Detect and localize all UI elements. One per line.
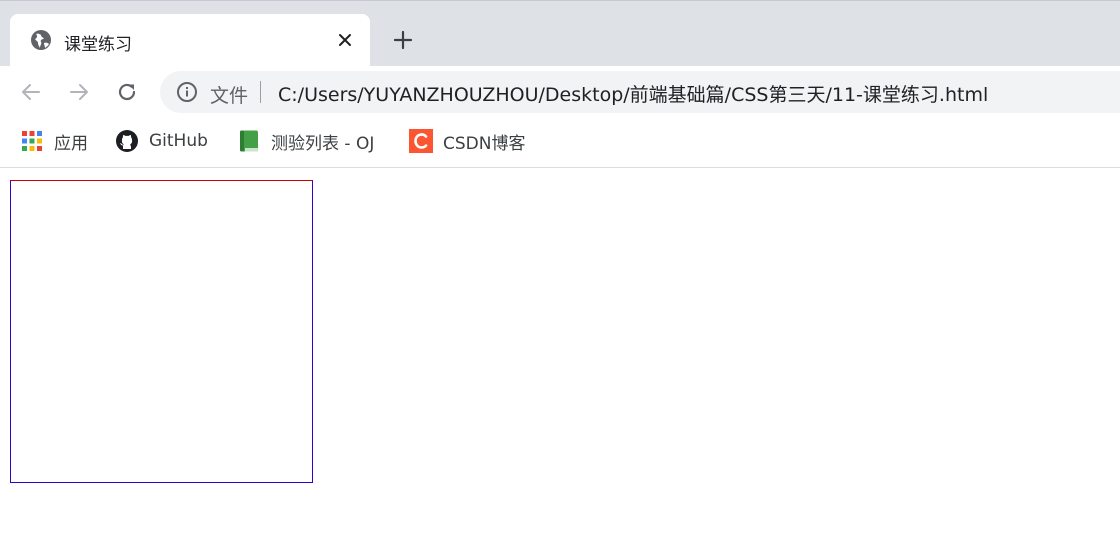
github-icon <box>116 130 138 152</box>
arrow-right-icon <box>70 84 88 100</box>
bookmark-label: CSDN博客 <box>443 133 526 154</box>
reload-button[interactable] <box>111 76 143 108</box>
close-icon <box>339 34 351 46</box>
tab-strip: 课堂练习 <box>0 0 1120 67</box>
bookmark-oj[interactable]: 测验列表 - OJ <box>237 128 374 154</box>
omnibox[interactable]: 文件 C:/Users/YUYANZHOUZHOU/Desktop/前端基础篇/… <box>160 71 1120 113</box>
site-info-label[interactable]: 文件 <box>210 81 248 108</box>
reload-icon <box>118 83 136 101</box>
apps-grid-icon <box>22 131 42 151</box>
bookmark-github[interactable]: GitHub <box>115 128 208 154</box>
plus-icon <box>393 30 413 50</box>
book-icon <box>240 130 258 152</box>
new-tab-button[interactable] <box>388 25 418 55</box>
bookmark-label: 应用 <box>54 133 88 154</box>
page-content <box>0 168 1120 552</box>
omnibox-divider <box>260 81 261 103</box>
bookmark-label: 测验列表 - OJ <box>271 133 375 154</box>
csdn-icon <box>409 129 433 153</box>
tab-close-button[interactable] <box>332 27 358 53</box>
bordered-box <box>10 180 313 483</box>
bookmarks-bar: 应用 GitHub 测验列表 - OJ CSDN博客 <box>0 118 1120 168</box>
bookmark-apps[interactable]: 应用 <box>20 128 88 154</box>
globe-icon <box>31 30 51 50</box>
browser-tab[interactable]: 课堂练习 <box>10 14 370 67</box>
browser-toolbar: 文件 C:/Users/YUYANZHOUZHOU/Desktop/前端基础篇/… <box>0 66 1120 118</box>
back-button[interactable] <box>15 76 47 108</box>
info-icon[interactable] <box>176 81 198 103</box>
bookmark-csdn[interactable]: CSDN博客 <box>409 128 525 154</box>
url-text[interactable]: C:/Users/YUYANZHOUZHOU/Desktop/前端基础篇/CSS… <box>278 80 988 107</box>
tab-title: 课堂练习 <box>64 35 132 55</box>
forward-button[interactable] <box>63 76 95 108</box>
bookmark-label: GitHub <box>149 131 208 151</box>
arrow-left-icon <box>22 84 40 100</box>
